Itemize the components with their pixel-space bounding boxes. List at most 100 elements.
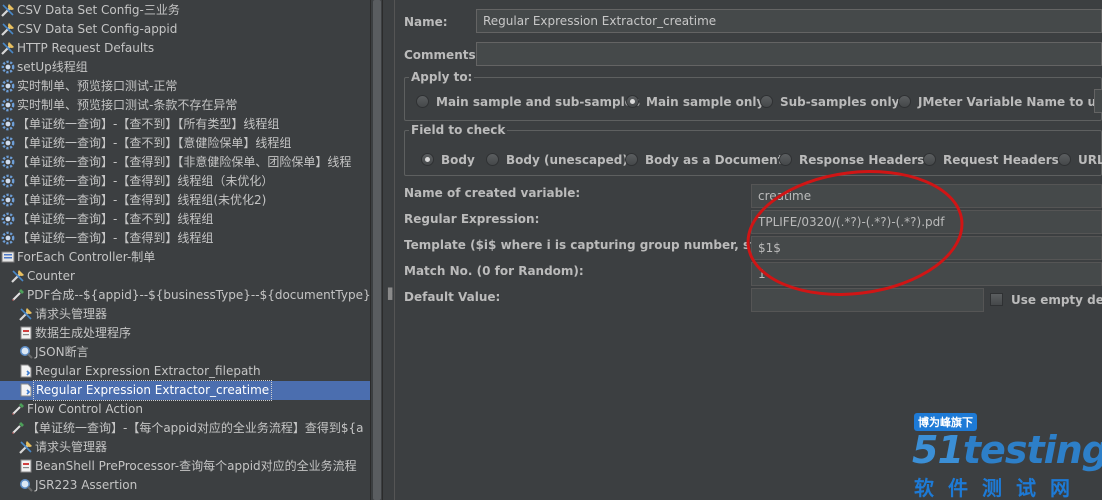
field-body-radio[interactable]: Body: [421, 151, 475, 169]
wrench-icon: [0, 21, 16, 37]
wrench-icon: [10, 268, 26, 284]
tree-item-label: JSON断言: [35, 345, 89, 359]
test-plan-tree[interactable]: CSV Data Set Config-三业务 CSV Data Set Conf…: [0, 0, 370, 500]
tree-item[interactable]: JSON断言: [18, 343, 370, 362]
gear-icon: [0, 192, 16, 208]
tree-item-label: PDF合成--${appid}--${businessType}--${docu…: [27, 288, 370, 302]
radio-circle-icon: [626, 95, 639, 108]
tree-item[interactable]: 数据生成处理程序: [18, 324, 370, 343]
use-empty-default-checkbox[interactable]: Use empty defau: [990, 291, 1102, 309]
radio-circle-icon: [898, 95, 911, 108]
apply-jmeter-variable-radio[interactable]: JMeter Variable Name to use: [898, 93, 1102, 111]
field-body-document-radio[interactable]: Body as a Document: [625, 151, 783, 169]
watermark-logo-number: 51: [912, 428, 964, 472]
tree-item[interactable]: 实时制单、预览接口测试-条款不存在异常: [0, 96, 370, 115]
tree-item[interactable]: HTTP Request Defaults: [0, 39, 370, 58]
field-url-radio[interactable]: URL: [1058, 151, 1102, 169]
gear-icon: [0, 173, 16, 189]
tree-item[interactable]: 实时制单、预览接口测试-正常: [0, 77, 370, 96]
tree-item[interactable]: 【单证统一查询】-【查不到】【所有类型】线程组: [0, 115, 370, 134]
field-body-unescaped-radio[interactable]: Body (unescaped): [486, 151, 628, 169]
pipette-icon: [10, 287, 26, 303]
wrench-icon: [0, 40, 16, 56]
tree-item[interactable]: PDF合成--${appid}--${businessType}--${docu…: [10, 286, 370, 305]
checkbox-label: Use empty defau: [1011, 293, 1102, 307]
tree-item-label: CSV Data Set Config-三业务: [17, 3, 180, 17]
splitter-grip-icon: ▪ ▪ ▪: [387, 285, 394, 303]
pipette-icon: [10, 420, 26, 436]
comments-label: Comments:: [404, 48, 481, 62]
name-label: Name:: [404, 15, 448, 29]
tree-item[interactable]: CSV Data Set Config-appid: [0, 20, 370, 39]
tree-item-label: 【单证统一查询】-【查不到】【意健险保单】线程组: [17, 136, 292, 150]
radio-circle-icon: [779, 153, 792, 166]
tree-item-label: 【单证统一查询】-【查得到】线程组(未优化2): [17, 193, 267, 207]
tree-item-label: 【单证统一查询】-【查得到】【非意健险保单、团险保单】线程: [17, 155, 352, 169]
tree-item[interactable]: 【单证统一查询】-【每个appid对应的全业务流程】查得到${a: [10, 419, 370, 438]
tree-item-label: 【单证统一查询】-【查不到】【所有类型】线程组: [17, 117, 280, 131]
tree-scrollbar-thumb[interactable]: [373, 0, 381, 500]
apply-main-and-sub-radio[interactable]: Main sample and sub-samples: [416, 93, 640, 111]
tree-item[interactable]: 【单证统一查询】-【查得到】【非意健险保单、团险保单】线程: [0, 153, 370, 172]
gear-icon: [0, 116, 16, 132]
radio-label: JMeter Variable Name to use: [918, 95, 1102, 109]
tree-item-label: 数据生成处理程序: [35, 326, 132, 340]
tree-scrollbar[interactable]: [370, 0, 382, 500]
match-no-label: Match No. (0 for Random):: [404, 264, 584, 278]
radio-circle-icon: [416, 95, 429, 108]
tree-item[interactable]: setUp线程组: [0, 58, 370, 77]
site-watermark: 博为峰旗下 51testing 软件测试网: [912, 410, 1102, 500]
comments-field[interactable]: [476, 42, 1102, 66]
magnifier-icon: [18, 344, 34, 360]
foreach-icon: [0, 249, 16, 265]
field-response-headers-radio[interactable]: Response Headers: [779, 151, 924, 169]
tree-item[interactable]: 请求头管理器: [18, 305, 370, 324]
watermark-logo-text: testing: [962, 428, 1102, 472]
tree-item[interactable]: BeanShell PreProcessor-查询每个appid对应的全业务流程: [18, 457, 370, 476]
tree-item[interactable]: ForEach Controller-制单: [0, 248, 370, 267]
created-variable-label: Name of created variable:: [404, 186, 581, 200]
tree-item[interactable]: Flow Control Action: [10, 400, 370, 419]
tree-item[interactable]: CSV Data Set Config-三业务: [0, 1, 370, 20]
tree-item[interactable]: 【单证统一查询】-【查得到】线程组: [0, 229, 370, 248]
tree-item[interactable]: JSR223 Assertion: [18, 476, 370, 495]
apply-sub-only-radio[interactable]: Sub-samples only: [760, 93, 899, 111]
panel-splitter[interactable]: ▪ ▪ ▪: [382, 0, 395, 500]
tree-item-label: ForEach Controller-制单: [17, 250, 156, 264]
tree-item[interactable]: 【单证统一查询】-【查不到】线程组: [0, 210, 370, 229]
tree-item-label: Regular Expression Extractor_filepath: [35, 364, 261, 378]
tree-item-label: 【单证统一查询】-【查得到】线程组: [17, 231, 214, 245]
tree-item[interactable]: 【单证统一查询】-【查得到】线程组（未优化）: [0, 172, 370, 191]
tree-item[interactable]: Regular Expression Extractor_filepath: [18, 362, 370, 381]
wrench-icon: [18, 306, 34, 322]
tree-item[interactable]: 【单证统一查询】-【查得到】线程组(未优化2): [0, 191, 370, 210]
tree-item-label: Flow Control Action: [27, 402, 143, 416]
field-to-check-title: Field to check: [409, 123, 508, 137]
tree-item-label: 实时制单、预览接口测试-正常: [17, 79, 178, 93]
radio-label: Main sample only: [646, 95, 765, 109]
tree-item[interactable]: Regular Expression Extractor_creatime: [18, 380, 370, 401]
tree-item[interactable]: 请求头管理器: [18, 438, 370, 457]
script-icon: [18, 458, 34, 474]
tree-item[interactable]: 【单证统一查询】-【查不到】【意健险保单】线程组: [0, 134, 370, 153]
name-field[interactable]: Regular Expression Extractor_creatime: [476, 9, 1102, 33]
radio-circle-icon: [421, 153, 434, 166]
radio-label: Main sample and sub-samples: [436, 95, 641, 109]
tree-item-label: 【单证统一查询】-【查得到】线程组（未优化）: [17, 174, 274, 188]
apply-main-only-radio[interactable]: Main sample only: [626, 93, 764, 111]
radio-circle-icon: [486, 153, 499, 166]
regex-label: Regular Expression:: [404, 212, 540, 226]
field-request-headers-radio[interactable]: Request Headers: [923, 151, 1059, 169]
jmeter-variable-input[interactable]: [1094, 89, 1102, 113]
tree-item-label: JSR223 Assertion: [35, 478, 138, 492]
tree-item-label: HTTP Request Defaults: [17, 41, 155, 55]
radio-label: Body as a Document: [645, 153, 784, 167]
tree-item[interactable]: Counter: [10, 267, 370, 286]
tree-item-label: 【单证统一查询】-【每个appid对应的全业务流程】查得到${a: [27, 421, 364, 435]
radio-circle-icon: [923, 153, 936, 166]
tree-item-label: 请求头管理器: [35, 307, 108, 321]
gear-icon: [0, 135, 16, 151]
gear-icon: [0, 211, 16, 227]
radio-label: Body (unescaped): [506, 153, 628, 167]
apply-to-title: Apply to:: [409, 70, 475, 84]
